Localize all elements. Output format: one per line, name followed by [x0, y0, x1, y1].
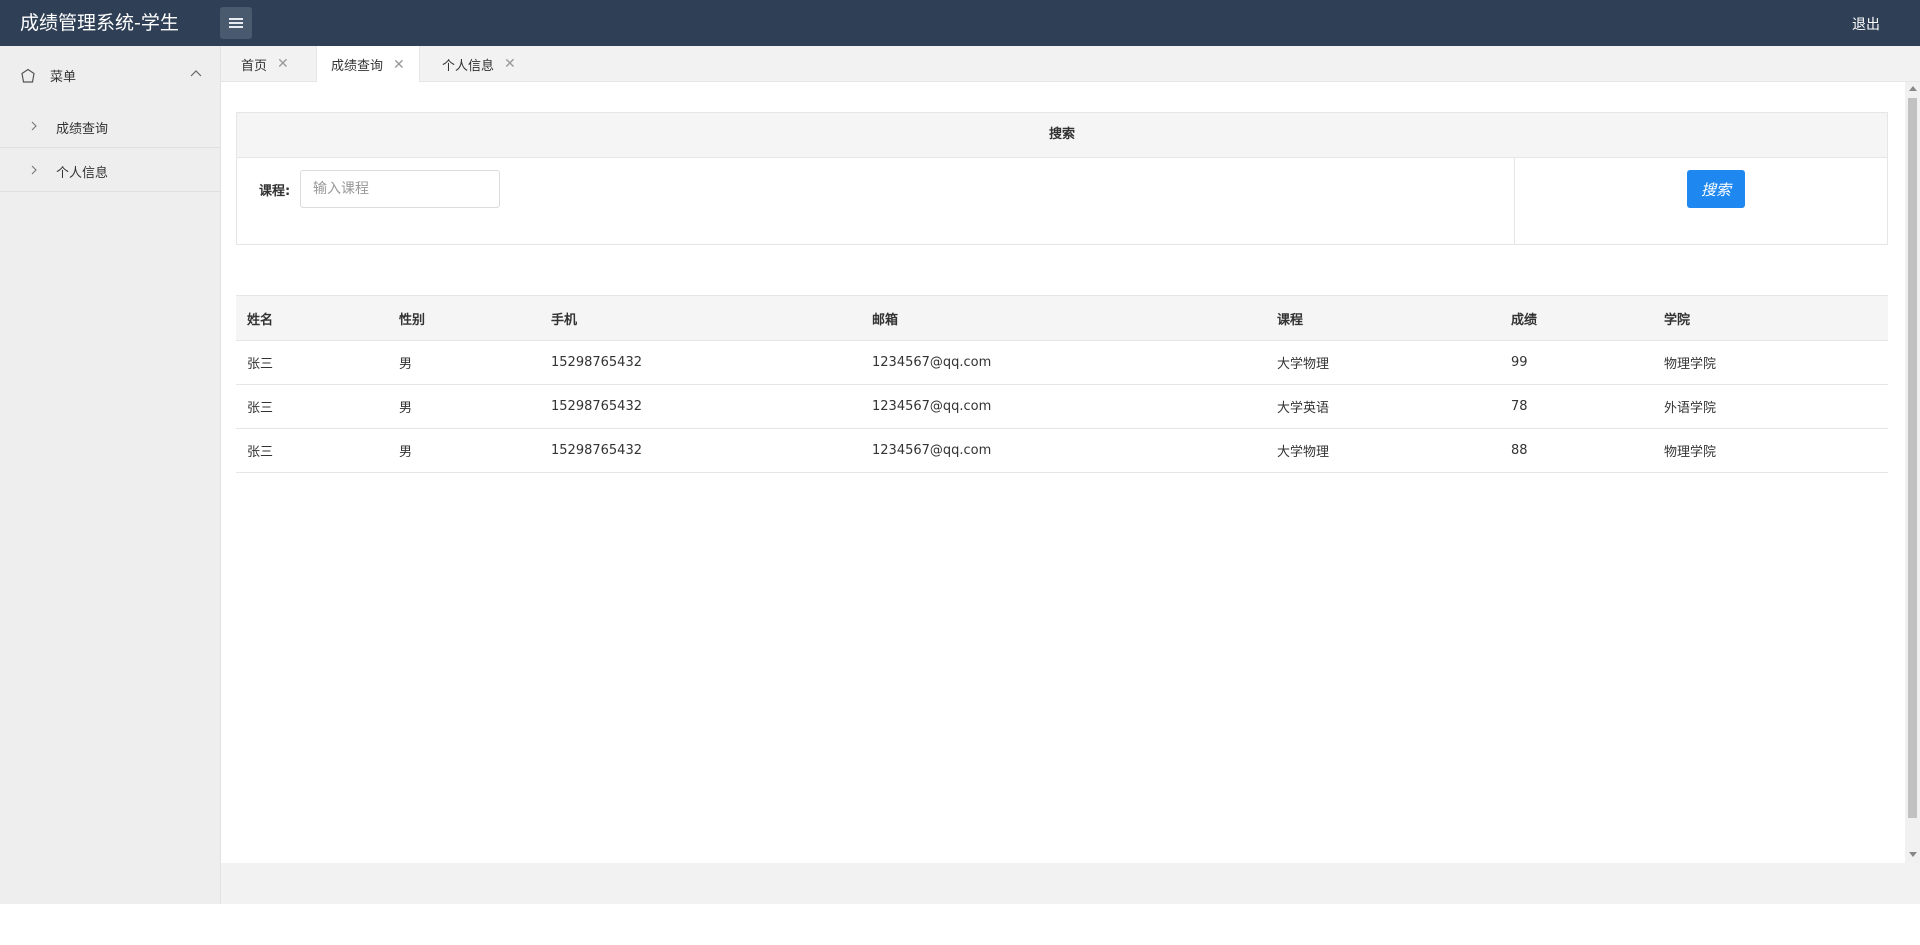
- table-cell: 大学物理: [1266, 340, 1500, 385]
- table-cell: 99: [1500, 340, 1653, 385]
- tab-label: 成绩查询: [331, 59, 384, 74]
- table-cell: 外语学院: [1653, 384, 1888, 429]
- sidebar-item-label: 个人信息: [56, 166, 109, 181]
- course-search-input[interactable]: [300, 170, 500, 208]
- table-cell: 物理学院: [1653, 340, 1888, 385]
- column-header: 姓名: [236, 295, 388, 341]
- chevron-right-icon: [31, 121, 37, 131]
- close-icon[interactable]: ✕: [504, 56, 516, 72]
- chevron-up-icon: [190, 70, 202, 77]
- table-cell: 张三: [236, 428, 388, 473]
- table-cell: 男: [388, 340, 540, 385]
- table-cell: 张三: [236, 340, 388, 385]
- close-icon[interactable]: ✕: [393, 57, 405, 73]
- table-cell: 15298765432: [540, 384, 861, 429]
- tab-home[interactable]: 首页 ✕: [241, 46, 289, 82]
- sidebar-item-grade-query[interactable]: 成绩查询: [0, 104, 220, 148]
- logout-link[interactable]: 退出: [1852, 14, 1880, 34]
- chevron-right-icon: [31, 165, 37, 175]
- menu-toggle-button[interactable]: [220, 7, 252, 39]
- scrollbar-thumb[interactable]: [1908, 98, 1917, 818]
- tab-bar: 首页 ✕ 成绩查询 ✕ 个人信息 ✕: [221, 46, 1920, 83]
- table-row: 张三 男 15298765432 1234567@qq.com 大学物理 99 …: [236, 340, 1888, 385]
- sidebar: 菜单 成绩查询 个人信息: [0, 46, 221, 904]
- main-content: 搜索 课程: 搜索 姓名 性别 手机 邮箱 课程 成绩 学院 张三 男 1529…: [221, 82, 1920, 863]
- table-cell: 大学英语: [1266, 384, 1500, 429]
- table-cell: 88: [1500, 428, 1653, 473]
- table-cell: 1234567@qq.com: [861, 384, 1266, 429]
- close-icon[interactable]: ✕: [277, 56, 289, 72]
- list-icon: [229, 16, 243, 31]
- sidebar-menu-label: 菜单: [50, 70, 77, 85]
- column-header: 成绩: [1500, 295, 1653, 341]
- scroll-down-arrow-icon[interactable]: [1909, 852, 1917, 857]
- column-header: 手机: [540, 295, 861, 341]
- app-title: 成绩管理系统-学生: [20, 12, 179, 34]
- table-cell: 男: [388, 428, 540, 473]
- column-header: 邮箱: [861, 295, 1266, 341]
- table-cell: 78: [1500, 384, 1653, 429]
- column-header: 学院: [1653, 295, 1888, 341]
- table-cell: 男: [388, 384, 540, 429]
- menu-icon: [21, 68, 35, 83]
- tab-grade-query[interactable]: 成绩查询 ✕: [316, 46, 420, 83]
- sidebar-menu-group[interactable]: 菜单: [0, 46, 220, 104]
- search-panel: 搜索 课程: 搜索: [236, 112, 1888, 245]
- column-header: 性别: [388, 295, 540, 341]
- table-cell: 物理学院: [1653, 428, 1888, 473]
- tab-label: 首页: [241, 58, 268, 74]
- sidebar-item-label: 成绩查询: [56, 122, 109, 137]
- table-row: 张三 男 15298765432 1234567@qq.com 大学物理 88 …: [236, 428, 1888, 473]
- scroll-up-arrow-icon[interactable]: [1909, 86, 1917, 91]
- column-header: 课程: [1266, 295, 1500, 341]
- tab-personal-info[interactable]: 个人信息 ✕: [442, 46, 516, 82]
- search-body: 课程: 搜索: [237, 158, 1887, 245]
- search-heading: 搜索: [237, 113, 1887, 158]
- table-cell: 张三: [236, 384, 388, 429]
- table-cell: 1234567@qq.com: [861, 340, 1266, 385]
- tab-label: 个人信息: [442, 58, 495, 74]
- top-header: 成绩管理系统-学生 退出: [0, 0, 1920, 46]
- table-row: 张三 男 15298765432 1234567@qq.com 大学英语 78 …: [236, 384, 1888, 429]
- table-cell: 15298765432: [540, 340, 861, 385]
- footer: [221, 863, 1920, 904]
- table-cell: 15298765432: [540, 428, 861, 473]
- table-cell: 大学物理: [1266, 428, 1500, 473]
- table-cell: 1234567@qq.com: [861, 428, 1266, 473]
- sidebar-item-personal-info[interactable]: 个人信息: [0, 148, 220, 192]
- divider: [1514, 158, 1515, 245]
- course-label: 课程:: [259, 184, 291, 199]
- table-header-row: 姓名 性别 手机 邮箱 课程 成绩 学院: [236, 295, 1888, 341]
- grade-table: 姓名 性别 手机 邮箱 课程 成绩 学院 张三 男 15298765432 12…: [236, 295, 1888, 473]
- vertical-scrollbar[interactable]: [1905, 82, 1920, 863]
- search-button[interactable]: 搜索: [1687, 170, 1745, 208]
